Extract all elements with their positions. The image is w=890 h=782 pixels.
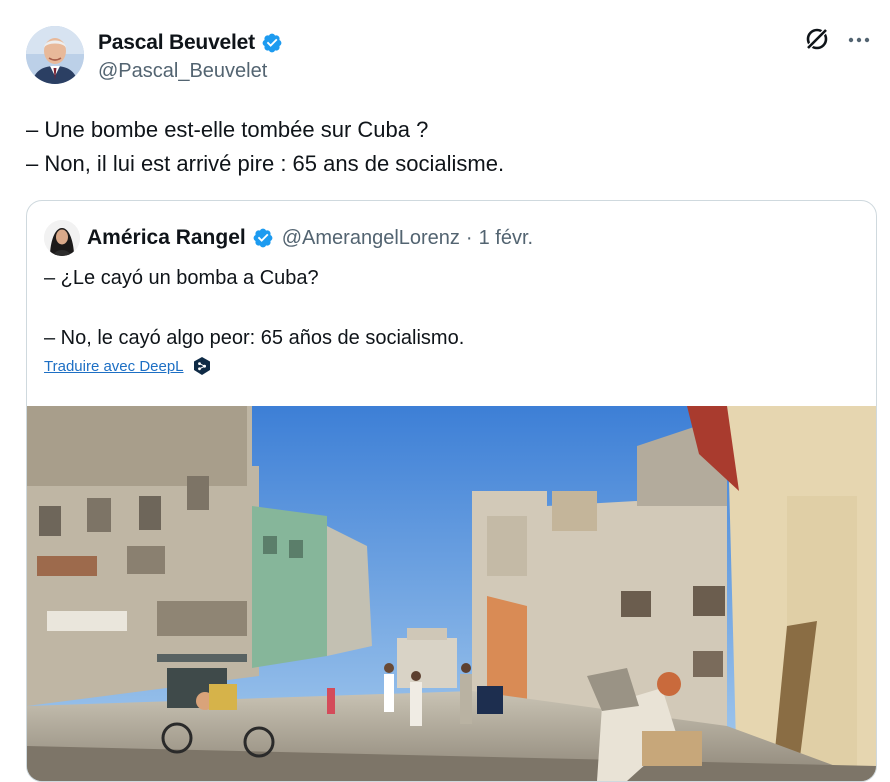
tweet-header: Pascal Beuvelet @Pascal_Beuvelet [26, 26, 876, 90]
author-avatar[interactable] [26, 26, 84, 84]
quoted-text-line: – No, le cayó algo peor: 65 años de soci… [44, 327, 465, 349]
quoted-author-avatar[interactable] [44, 220, 80, 256]
translate-deepl-link[interactable]: Traduire avec DeepL [44, 358, 184, 375]
deepl-icon[interactable] [192, 356, 212, 376]
grok-icon[interactable] [804, 26, 830, 52]
quoted-tweet-header: América Rangel @AmerangelLorenz · 1 févr… [44, 219, 533, 257]
quoted-tweet-card[interactable]: América Rangel @AmerangelLorenz · 1 févr… [26, 200, 877, 782]
separator-dot: · [465, 226, 473, 249]
quoted-text-line: – ¿Le cayó un bomba a Cuba? [44, 267, 319, 289]
more-options-icon[interactable] [846, 27, 872, 53]
tweet-text: – Une bombe est-elle tombée sur Cuba ? –… [26, 113, 866, 181]
author-handle[interactable]: @Pascal_Beuvelet [98, 60, 283, 83]
quoted-tweet-text: – ¿Le cayó un bomba a Cuba? – No, le cay… [44, 263, 844, 353]
verified-badge-icon[interactable] [252, 227, 274, 249]
quoted-tweet-photo[interactable] [27, 406, 876, 781]
translate-row: Traduire avec DeepL [44, 356, 212, 376]
quoted-author-handle[interactable]: @AmerangelLorenz [282, 227, 460, 250]
quoted-timestamp[interactable]: 1 févr. [479, 227, 533, 250]
verified-badge-icon[interactable] [261, 32, 283, 54]
quoted-author-name[interactable]: América Rangel [87, 226, 246, 250]
tweet-text-line: – Une bombe est-elle tombée sur Cuba ? [26, 117, 429, 142]
tweet-text-line: – Non, il lui est arrivé pire : 65 ans d… [26, 151, 505, 176]
author-name[interactable]: Pascal Beuvelet [98, 31, 255, 55]
